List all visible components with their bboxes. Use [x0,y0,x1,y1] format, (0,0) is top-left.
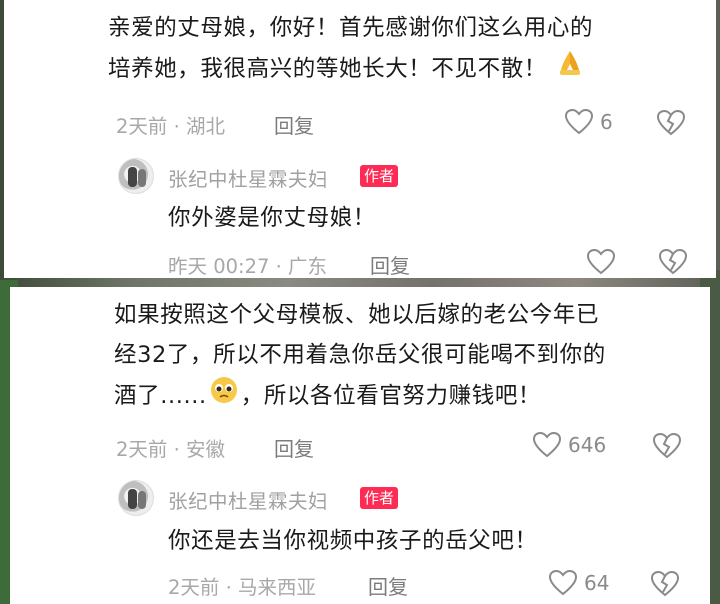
dislike-button[interactable] [656,109,686,141]
comment-time-location: 2天前 · 湖北 [116,115,226,138]
comment-line: 亲爱的丈母娘，你好！首先感谢你们这么用心的 [108,15,594,41]
like-count: 64 [584,571,610,595]
comment-time-location: 2天前 · 安徽 [116,438,226,461]
comment-text-2: 如果按照这个父母模板、她以后嫁的老公今年已 经32了，所以不用着急你岳父很可能喝… [114,295,704,418]
dislike-button[interactable] [658,248,688,280]
like-button[interactable] [586,248,616,276]
reply-button[interactable]: 回复 [370,250,410,279]
reply-button[interactable]: 回复 [368,571,408,600]
heart-icon [564,108,594,135]
author-avatar[interactable] [118,480,154,516]
reply-author-name[interactable]: 张纪中杜星霖夫妇 [168,485,328,514]
reply-time-location: 昨天 00:27 · 广东 [168,255,327,278]
reply-button[interactable]: 回复 [274,110,314,139]
broken-heart-icon [652,432,682,459]
like-button[interactable]: 64 [548,569,609,597]
author-badge: 作者 [360,165,399,187]
comment-line-text: 酒了...... [114,383,207,409]
reply-text: 你外婆是你丈母娘！ [168,205,376,231]
comment-line-text: 培养她，我很高兴的等她长大！不见不散！ [108,56,547,82]
broken-heart-icon [650,570,680,597]
broken-heart-icon [656,109,686,136]
reply-author-name[interactable]: 张纪中杜星霖夫妇 [168,163,328,192]
dislike-button[interactable] [650,570,680,602]
like-button[interactable]: 646 [532,431,606,459]
comment-line: 酒了...... ，所以各位看官努力赚钱吧！ [114,375,704,418]
comment-line: 如果按照这个父母模板、她以后嫁的老公今年已 [114,302,600,328]
like-count: 6 [600,110,613,134]
heart-icon [548,569,578,596]
author-avatar[interactable] [118,158,154,194]
like-button[interactable]: 6 [564,108,613,136]
comment-card-1: 亲爱的丈母娘，你好！首先感谢你们这么用心的 培养她，我很高兴的等她长大！不见不散… [4,0,716,278]
comment-line: 经32了，所以不用着急你岳父很可能喝不到你的 [114,342,606,368]
author-badge: 作者 [360,487,399,509]
dislike-button[interactable] [652,432,682,464]
folded-hands-icon [555,48,585,91]
heart-icon [532,431,562,458]
comment-text-1: 亲爱的丈母娘，你好！首先感谢你们这么用心的 培养她，我很高兴的等她长大！不见不散… [108,8,708,91]
comment-line-text: ，所以各位看官努力赚钱吧！ [240,383,542,409]
pleading-face-icon [209,375,239,418]
broken-heart-icon [658,248,688,275]
comment-card-2: 如果按照这个父母模板、她以后嫁的老公今年已 经32了，所以不用着急你岳父很可能喝… [10,287,710,604]
heart-icon [586,248,616,275]
reply-time-location: 2天前 · 马来西亚 [168,576,317,599]
like-count: 646 [568,433,607,457]
reply-button[interactable]: 回复 [274,433,314,462]
comment-line: 培养她，我很高兴的等她长大！不见不散！ [108,48,708,91]
reply-text: 你还是去当你视频中孩子的岳父吧！ [168,528,538,554]
